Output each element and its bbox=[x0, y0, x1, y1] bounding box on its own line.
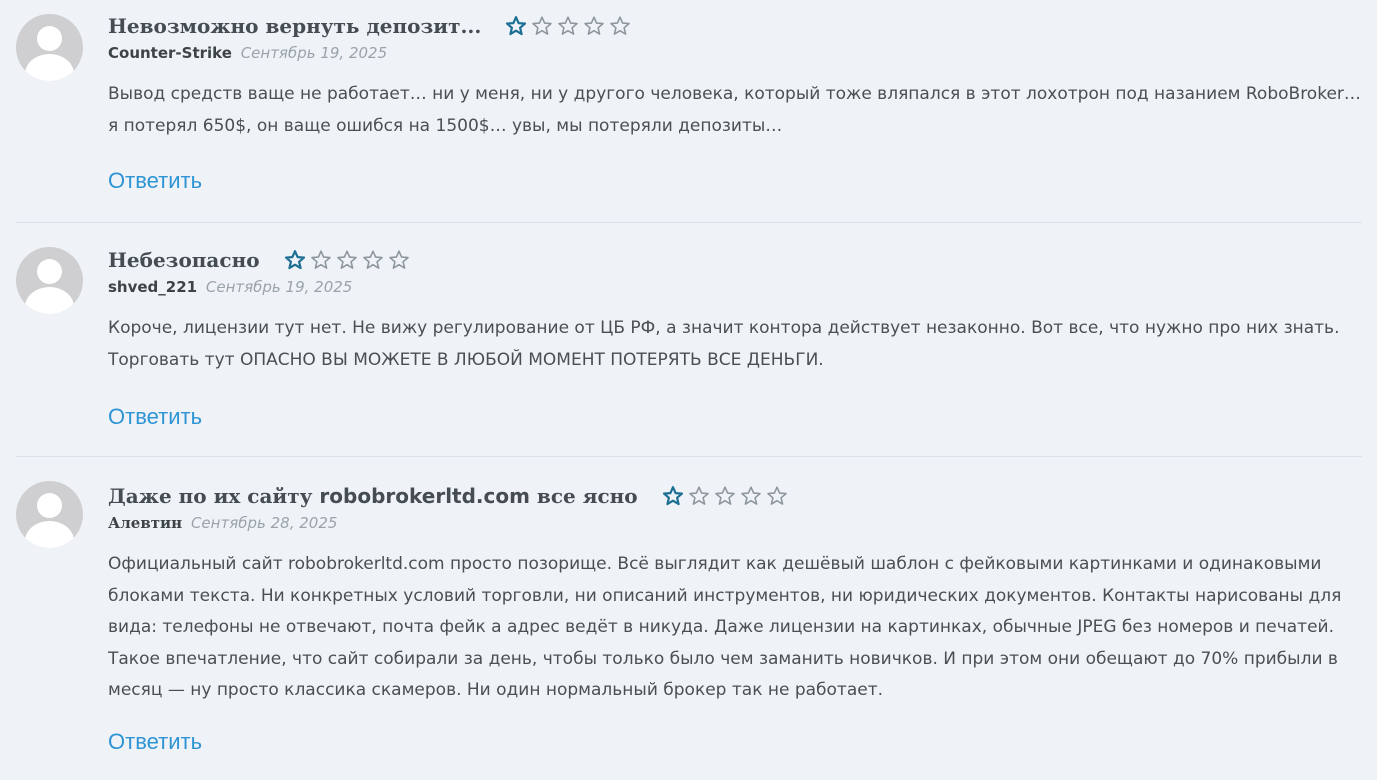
comment-author: Counter-Strike bbox=[108, 44, 232, 62]
comment-date: Сентябрь 28, 2025 bbox=[190, 514, 338, 532]
comment-item: Даже по их сайту robobrokerltd.com все я… bbox=[16, 457, 1362, 779]
star-empty-icon bbox=[609, 15, 631, 37]
comment-header: Даже по их сайту robobrokerltd.com все я… bbox=[108, 482, 1362, 510]
comment-meta: Алевтин Сентябрь 28, 2025 bbox=[108, 512, 1362, 534]
comment-title: Небезопасно bbox=[108, 248, 260, 272]
avatar-body-shape bbox=[25, 54, 74, 81]
comment-meta: shved_221 Сентябрь 19, 2025 bbox=[108, 276, 1362, 298]
reply-link[interactable]: Ответить bbox=[108, 168, 202, 194]
rating-stars bbox=[505, 15, 635, 37]
comment-author: Алевтин bbox=[108, 514, 183, 532]
reply-link[interactable]: Ответить bbox=[108, 404, 202, 430]
avatar-body-shape bbox=[25, 521, 74, 548]
star-empty-icon bbox=[388, 249, 410, 271]
comment-content: Небезопасно shved_221 Сентябрь 19, 2025 … bbox=[108, 246, 1362, 376]
star-empty-icon bbox=[362, 249, 384, 271]
comment-title-site: robobrokerltd.com bbox=[319, 484, 530, 508]
comment-title: Невозможно вернуть депозит... bbox=[108, 14, 482, 38]
comment-text: Официальный сайт robobrokerltd.com прост… bbox=[108, 554, 1342, 700]
avatar bbox=[16, 247, 83, 314]
comment-item: Небезопасно shved_221 Сентябрь 19, 2025 … bbox=[16, 223, 1362, 457]
comment-title-prefix: Даже по их сайту bbox=[108, 484, 320, 508]
star-empty-icon bbox=[688, 485, 710, 507]
avatar bbox=[16, 481, 83, 548]
comment-date: Сентябрь 19, 2025 bbox=[205, 278, 353, 296]
star-filled-icon bbox=[662, 485, 684, 507]
star-empty-icon bbox=[310, 249, 332, 271]
star-empty-icon bbox=[557, 15, 579, 37]
avatar bbox=[16, 14, 83, 81]
comment-meta: Counter-Strike Сентябрь 19, 2025 bbox=[108, 42, 1362, 64]
star-empty-icon bbox=[336, 249, 358, 271]
comment-date: Сентябрь 19, 2025 bbox=[240, 44, 388, 62]
comment-text: Вывод средств ваще не работает… ни у мен… bbox=[108, 84, 1361, 136]
avatar-head-shape bbox=[37, 26, 62, 51]
reply-link[interactable]: Ответить bbox=[108, 729, 202, 755]
rating-stars bbox=[284, 249, 414, 271]
star-empty-icon bbox=[531, 15, 553, 37]
comments-list: Невозможно вернуть депозит... Counter-St… bbox=[0, 0, 1377, 779]
comment-text: Короче, лицензии тут нет. Не вижу регули… bbox=[108, 318, 1340, 370]
rating-stars bbox=[662, 485, 792, 507]
star-empty-icon bbox=[766, 485, 788, 507]
star-filled-icon bbox=[505, 15, 527, 37]
comment-author: shved_221 bbox=[108, 278, 198, 296]
star-filled-icon bbox=[284, 249, 306, 271]
avatar-body-shape bbox=[25, 287, 74, 314]
comment-title: Даже по их сайту robobrokerltd.com все я… bbox=[108, 484, 638, 508]
comment-title-suffix: все ясно bbox=[529, 484, 638, 508]
comment-item: Невозможно вернуть депозит... Counter-St… bbox=[16, 0, 1362, 223]
star-empty-icon bbox=[740, 485, 762, 507]
avatar-head-shape bbox=[37, 493, 62, 518]
avatar-head-shape bbox=[37, 259, 62, 284]
star-empty-icon bbox=[714, 485, 736, 507]
comment-content: Невозможно вернуть депозит... Counter-St… bbox=[108, 12, 1362, 142]
comment-content: Даже по их сайту robobrokerltd.com все я… bbox=[108, 482, 1362, 707]
star-empty-icon bbox=[583, 15, 605, 37]
comment-header: Небезопасно bbox=[108, 246, 1362, 274]
comment-header: Невозможно вернуть депозит... bbox=[108, 12, 1362, 40]
